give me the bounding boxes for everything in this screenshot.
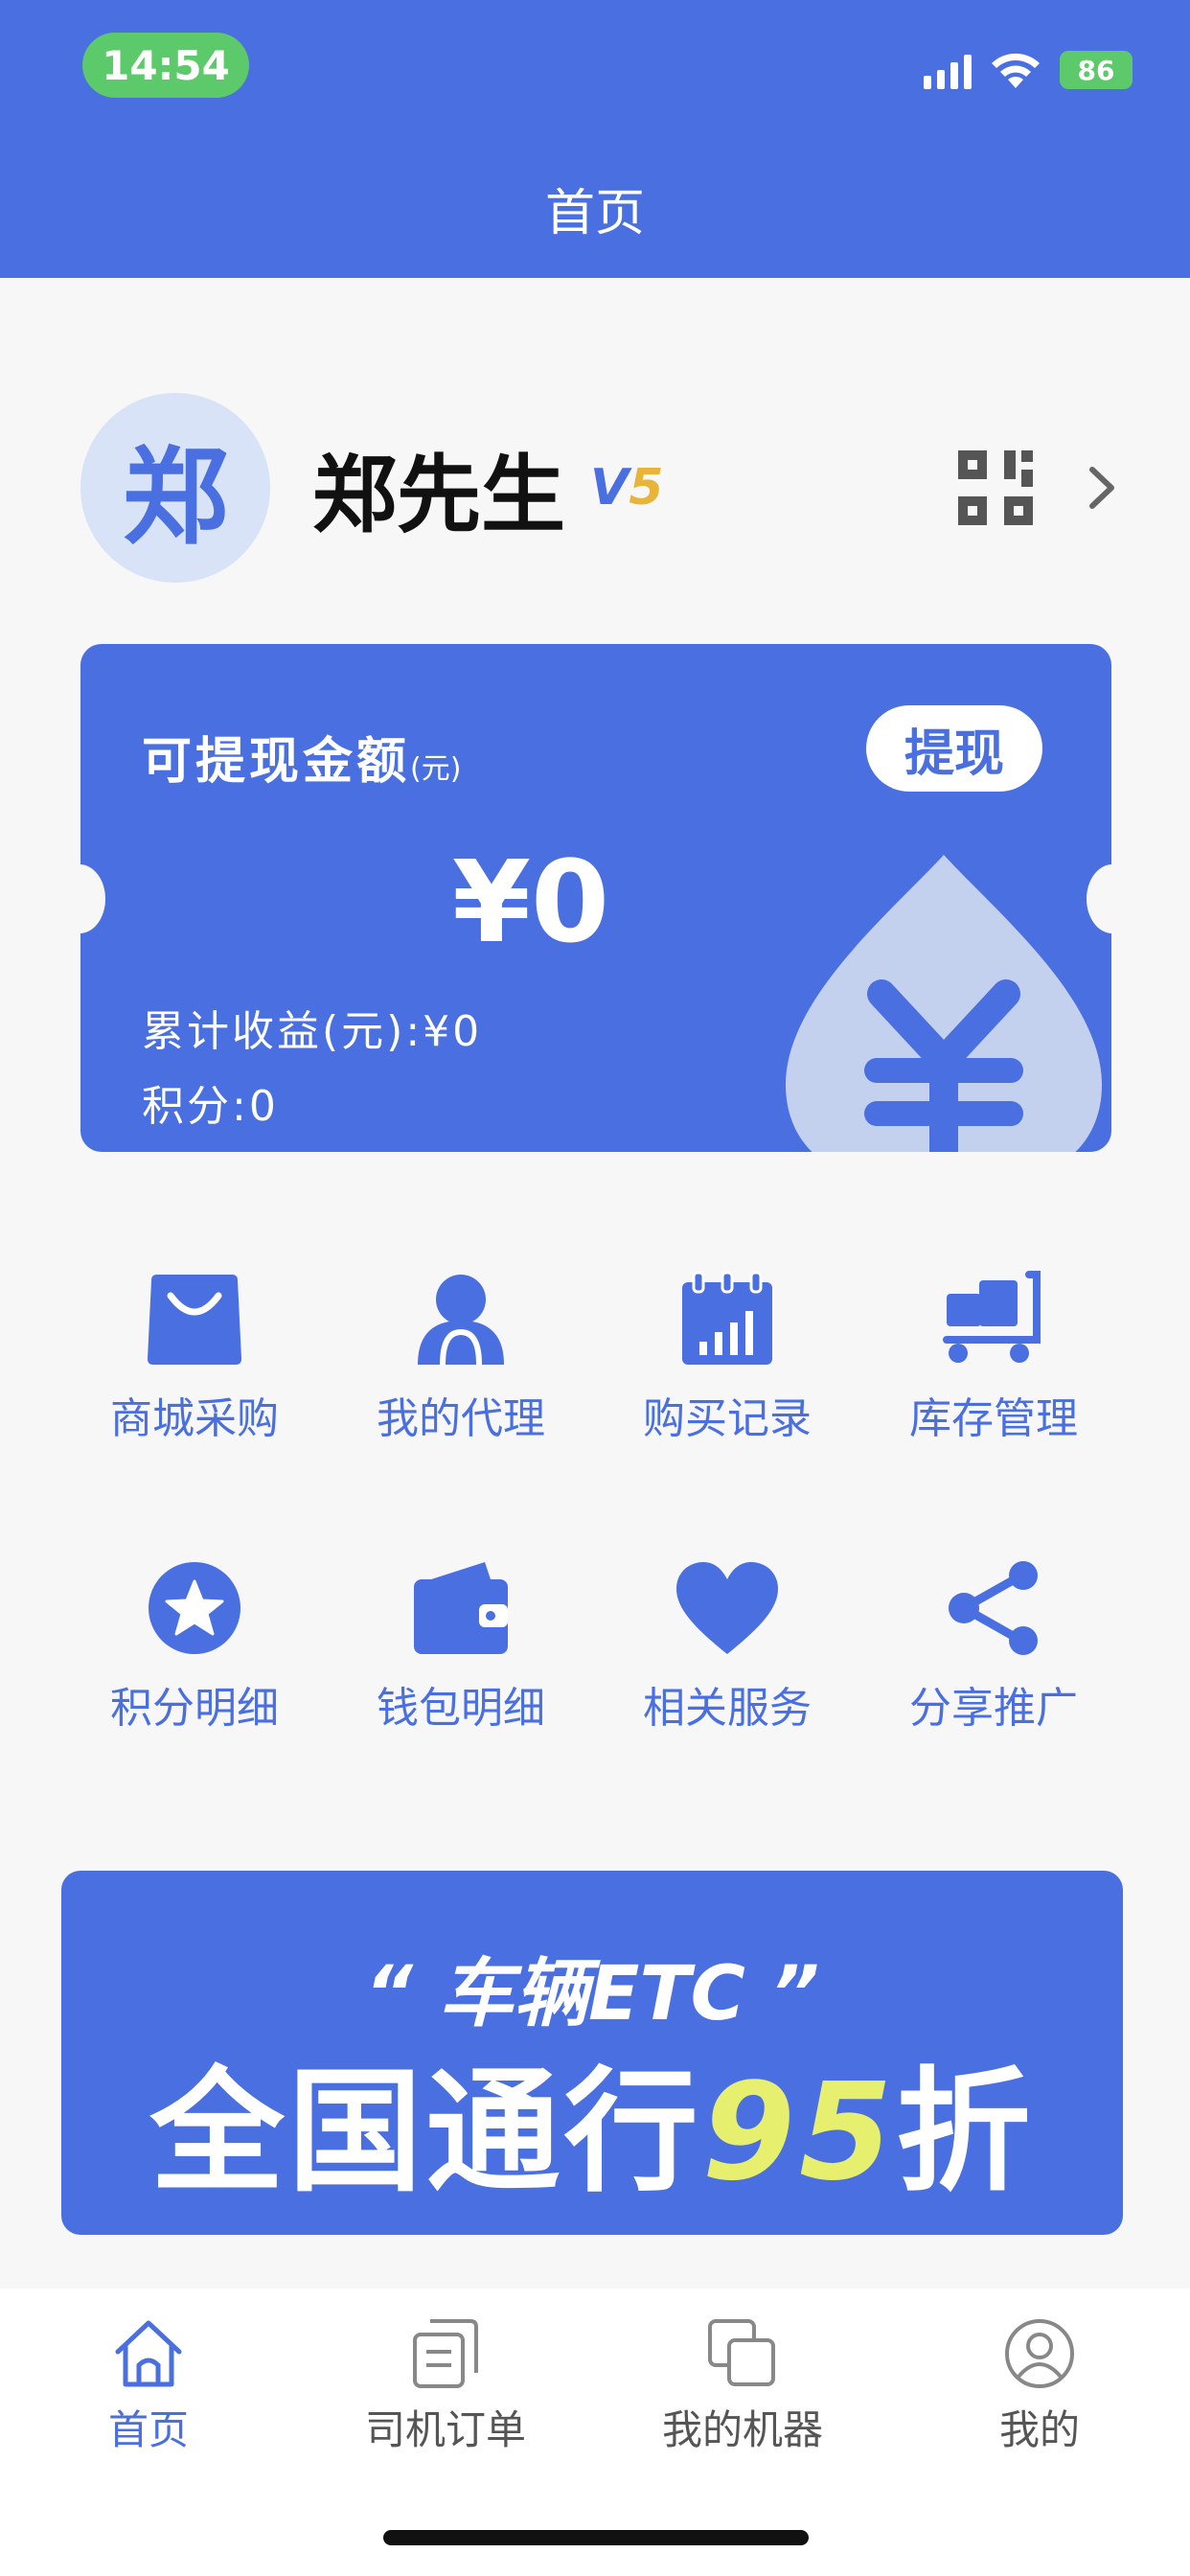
tab-my-machines[interactable]: 我的机器: [594, 2317, 891, 2456]
banner-discount-number: 95: [701, 2055, 897, 2211]
grid-item-share-promotion[interactable]: 分享推广: [860, 1560, 1127, 1735]
purchase-record-icon: [682, 1271, 772, 1365]
share-icon: [949, 1561, 1038, 1655]
page-title: 首页: [544, 185, 645, 242]
withdrawable-label: 可提现金额(元): [142, 721, 461, 793]
tab-driver-orders[interactable]: 司机订单: [297, 2317, 594, 2456]
battery-indicator: 86: [1060, 51, 1133, 89]
total-earnings: 累计收益(元):¥0: [142, 1007, 483, 1056]
agent-person-icon: [418, 1275, 504, 1366]
grid-label: 库存管理: [909, 1394, 1078, 1443]
points-value: 积分:0: [142, 1082, 279, 1131]
avatar[interactable]: 郑: [80, 393, 270, 583]
withdrawable-unit: (元): [410, 752, 462, 786]
balance-card: 可提现金额(元) 提现 ¥0 累计收益(元):¥0 积分:0: [80, 644, 1111, 1152]
shopping-bag-icon: [148, 1275, 241, 1365]
yuan-drop-icon: [786, 855, 1102, 1152]
user-icon: [1005, 2319, 1074, 2388]
grid-item-points-detail[interactable]: 积分明细: [61, 1560, 328, 1735]
banner-headline: 全国通行95折: [61, 2024, 1123, 2218]
vip-level-badge: V5: [590, 459, 663, 517]
grid-item-my-agent[interactable]: 我的代理: [328, 1271, 594, 1445]
withdrawable-label-text: 可提现金额: [142, 733, 411, 791]
grid-label: 钱包明细: [377, 1684, 545, 1733]
etc-promo-banner[interactable]: “ 车辆ETC ” 全国通行95折: [61, 1871, 1123, 2235]
tab-label: 司机订单: [364, 2406, 526, 2453]
grid-item-related-services[interactable]: 相关服务: [594, 1560, 860, 1735]
qr-code-icon[interactable]: [958, 450, 1033, 525]
machines-icon: [708, 2319, 775, 2386]
status-time: 14:54: [82, 33, 249, 98]
star-points-icon: [149, 1562, 240, 1654]
grid-label: 我的代理: [377, 1394, 545, 1443]
grid-item-purchase-record[interactable]: 购买记录: [594, 1271, 860, 1445]
level-number: 5: [629, 459, 664, 517]
user-name: 郑先生: [312, 445, 566, 544]
home-icon: [115, 2320, 182, 2387]
grid-label: 购买记录: [643, 1394, 812, 1443]
cellular-signal-icon: [924, 51, 972, 89]
home-indicator: [383, 2530, 809, 2545]
wallet-icon: [414, 1562, 508, 1654]
heart-service-icon: [676, 1562, 778, 1654]
profile-row[interactable]: 郑 郑先生 V5: [80, 393, 1125, 583]
level-prefix: V: [590, 459, 629, 517]
battery-level: 86: [1077, 54, 1115, 86]
orders-icon: [413, 2319, 478, 2388]
header-bar: 14:54 86 首页: [0, 0, 1190, 278]
grid-label: 分享推广: [909, 1684, 1078, 1733]
grid-item-mall-purchase[interactable]: 商城采购: [61, 1271, 328, 1445]
grid-label: 商城采购: [110, 1394, 279, 1443]
feature-grid-row-2: 积分明细 钱包明细 相关服务 分享推广: [61, 1560, 1127, 1735]
inventory-cart-icon: [943, 1271, 1041, 1363]
withdraw-button[interactable]: 提现: [866, 705, 1042, 792]
status-indicators: 86: [924, 50, 1133, 90]
grid-item-wallet-detail[interactable]: 钱包明细: [328, 1560, 594, 1735]
grid-item-inventory[interactable]: 库存管理: [860, 1271, 1127, 1445]
tab-home[interactable]: 首页: [0, 2317, 297, 2456]
tab-me[interactable]: 我的: [891, 2317, 1188, 2456]
tab-label: 首页: [107, 2406, 189, 2453]
wifi-icon: [992, 53, 1040, 88]
chevron-right-icon[interactable]: [1085, 464, 1119, 512]
banner-headline-prefix: 全国通行: [149, 2055, 702, 2211]
grid-label: 相关服务: [643, 1684, 812, 1733]
tab-label: 我的: [998, 2406, 1080, 2453]
grid-label: 积分明细: [110, 1684, 279, 1733]
tab-label: 我的机器: [661, 2406, 823, 2453]
banner-headline-suffix: 折: [896, 2055, 1035, 2211]
feature-grid-row-1: 商城采购 我的代理 购买记录 库存管理: [61, 1271, 1127, 1445]
